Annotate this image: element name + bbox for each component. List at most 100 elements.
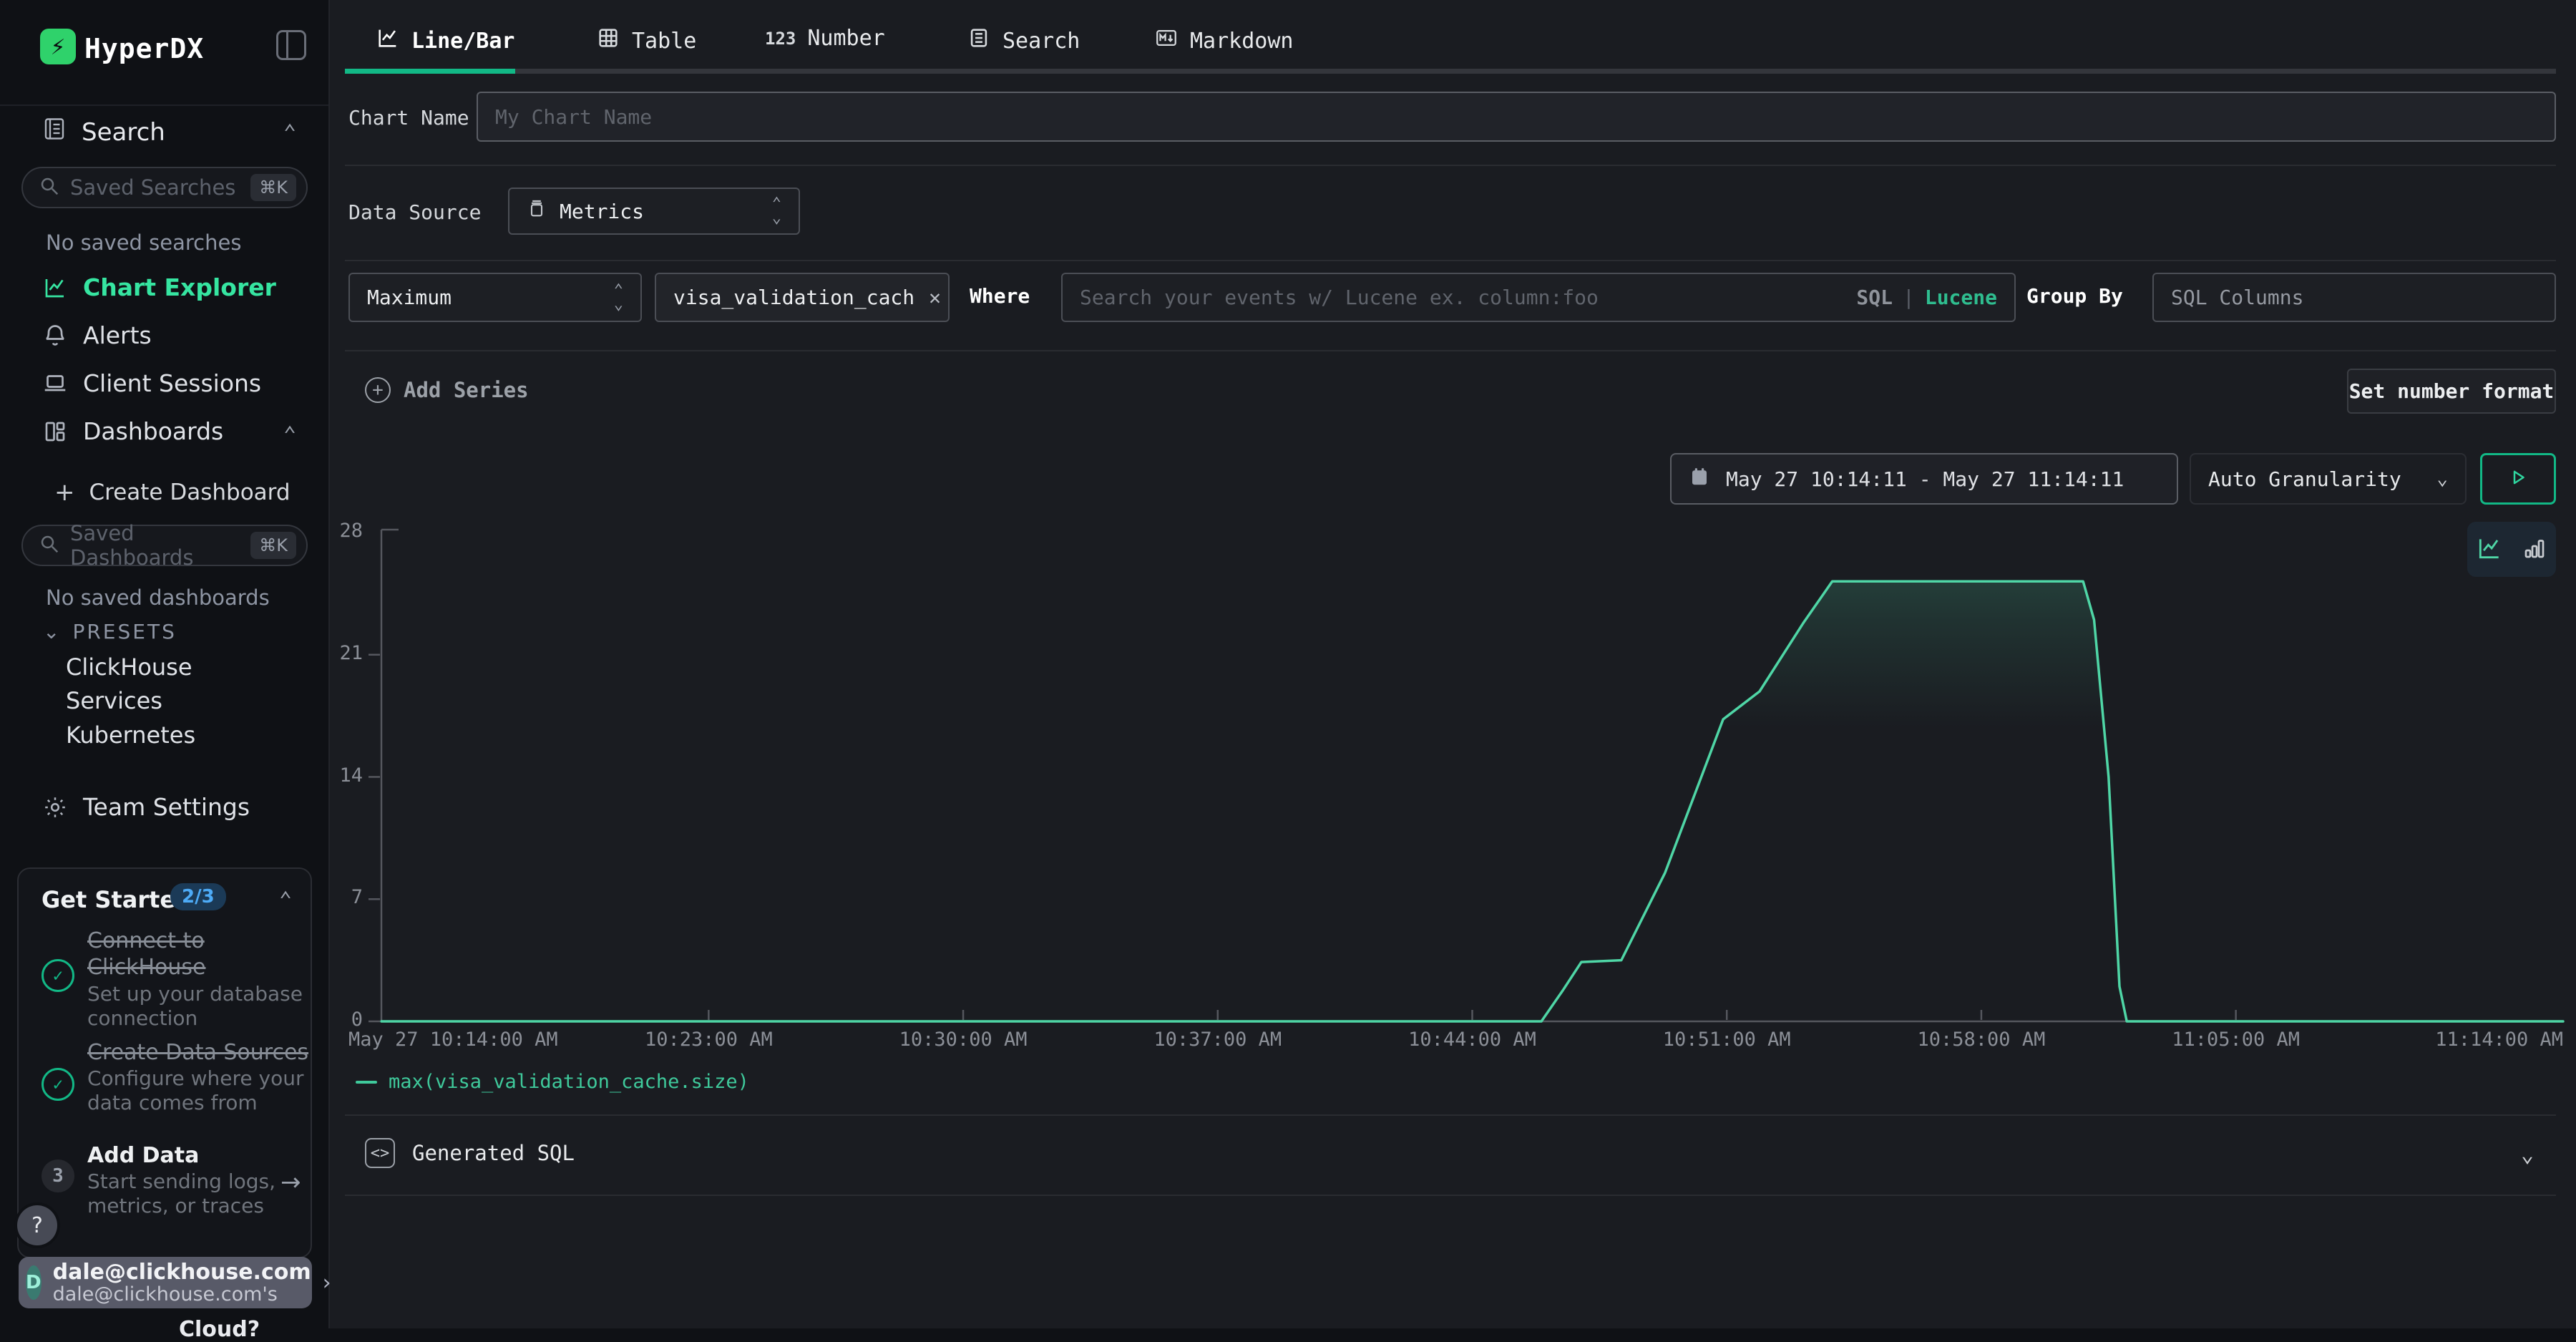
mode-separator: |: [1903, 286, 1915, 309]
time-series-chart[interactable]: 07142128May 27 10:14:00 AM10:23:00 AM10:…: [330, 522, 2576, 1066]
saved-dashboards-input[interactable]: Saved Dashboards ⌘K: [21, 525, 308, 566]
chevron-up-icon[interactable]: ⌃: [283, 422, 296, 447]
tab-table[interactable]: Table: [596, 26, 696, 56]
x-axis-label: 10:58:00 AM: [1874, 1029, 2089, 1051]
chevron-up-icon[interactable]: ⌃: [279, 888, 292, 913]
step-done-check-icon: ✓: [42, 1068, 74, 1101]
run-query-button[interactable]: [2480, 453, 2556, 505]
user-menu[interactable]: D dale@clickhouse.com dale@clickhouse.co…: [19, 1257, 312, 1308]
granularity-value: Auto Granularity: [2208, 467, 2401, 491]
x-axis-label: 11:05:00 AM: [2129, 1029, 2343, 1051]
step-title[interactable]: Connect toClickHouse: [87, 928, 206, 981]
collapse-sidebar-icon[interactable]: [276, 30, 306, 60]
x-axis-label: 10:51:00 AM: [1619, 1029, 1834, 1051]
tab-label: Markdown: [1190, 29, 1294, 54]
chart-name-placeholder: My Chart Name: [495, 105, 652, 129]
calendar-icon: [1689, 466, 1710, 492]
tab-search[interactable]: Search: [967, 26, 1080, 56]
chevron-down-icon[interactable]: ⌄: [2521, 1142, 2534, 1167]
saved-searches-input[interactable]: Saved Searches ⌘K: [21, 167, 308, 208]
create-dashboard-label: Create Dashboard: [89, 480, 291, 505]
aggregation-select[interactable]: Maximum ⌃⌄: [348, 273, 642, 322]
tab-label: Line/Bar: [411, 29, 515, 54]
tab-label: Table: [632, 29, 696, 54]
table-icon: [596, 26, 620, 56]
date-range-picker[interactable]: May 27 10:14:11 - May 27 11:14:11: [1670, 453, 2178, 505]
metric-field-name: visa_validation_cach: [673, 286, 914, 309]
presets-label: PRESETS: [72, 620, 176, 643]
no-saved-searches-text: No saved searches: [46, 230, 241, 255]
lucene-mode-toggle[interactable]: Lucene: [1925, 286, 1997, 309]
x-axis-label: 11:14:00 AM: [2435, 1029, 2563, 1051]
divider: [0, 104, 328, 106]
sidebar-item-chart-explorer[interactable]: Chart Explorer: [42, 273, 276, 301]
sidebar-item-label: Alerts: [83, 321, 152, 349]
get-started-title: Get Started: [42, 886, 192, 913]
arrow-right-icon[interactable]: →: [280, 1168, 301, 1197]
journal-icon: [42, 116, 67, 148]
chart-canvas[interactable]: [330, 522, 2576, 1066]
line-chart-icon: [42, 275, 69, 301]
create-dashboard-button[interactable]: + Create Dashboard: [54, 478, 291, 507]
series-area-fill: [381, 581, 2563, 1021]
tab-number[interactable]: 123 Number: [765, 26, 885, 51]
preset-kubernetes[interactable]: Kubernetes: [66, 721, 195, 749]
step-subtitle: Set up your databaseconnection: [87, 982, 303, 1031]
sql-mode-toggle[interactable]: SQL: [1856, 286, 1893, 309]
step-title[interactable]: Add Data: [87, 1142, 199, 1169]
x-axis-label: May 27 10:14:00 AM: [348, 1029, 558, 1051]
y-axis-label: 28: [330, 520, 363, 542]
tab-markdown[interactable]: Markdown: [1154, 26, 1294, 56]
plus-icon: +: [54, 478, 75, 507]
number-123-icon: 123: [765, 29, 796, 49]
sidebar-item-label: Chart Explorer: [83, 273, 276, 301]
granularity-select[interactable]: Auto Granularity ⌄: [2190, 453, 2467, 505]
divider: [345, 260, 2556, 261]
tab-label: Number: [807, 26, 884, 51]
tab-line-bar[interactable]: Line/Bar: [376, 26, 515, 56]
where-label: Where: [970, 284, 1030, 308]
group-by-placeholder: SQL Columns: [2171, 286, 2303, 309]
where-search-input[interactable]: Search your events w/ Lucene ex. column:…: [1061, 273, 2016, 322]
user-email: dale@clickhouse.com: [53, 1260, 311, 1284]
step-title[interactable]: Create Data Sources: [87, 1039, 308, 1066]
chart-name-input[interactable]: My Chart Name: [477, 92, 2556, 142]
presets-toggle[interactable]: ⌄ PRESETS: [43, 620, 177, 643]
add-series-button[interactable]: + Add Series: [365, 377, 529, 403]
divider: [345, 1195, 2556, 1196]
metric-field-chip[interactable]: visa_validation_cach ✕: [655, 273, 950, 322]
sidebar-item-alerts[interactable]: Alerts: [42, 321, 152, 349]
list-search-icon: [967, 26, 991, 56]
markdown-icon: [1154, 26, 1179, 56]
sidebar-section-search[interactable]: Search: [42, 116, 165, 148]
chevron-up-icon[interactable]: ⌃: [283, 120, 296, 145]
chart-legend[interactable]: max(visa_validation_cache.size): [356, 1071, 749, 1093]
sidebar: ⚡ HyperDX Search ⌃ Saved Searches ⌘K No …: [0, 0, 330, 1328]
date-range-value: May 27 10:14:11 - May 27 11:14:11: [1726, 467, 2124, 491]
saved-dashboards-placeholder: Saved Dashboards: [70, 521, 240, 570]
generated-sql-toggle[interactable]: <> Generated SQL: [365, 1138, 575, 1168]
chart-name-label: Chart Name: [348, 106, 469, 130]
sidebar-search-label: Search: [82, 118, 165, 147]
divider: [345, 1114, 2556, 1116]
data-source-select[interactable]: Metrics ⌃⌄: [508, 188, 800, 235]
group-by-input[interactable]: SQL Columns: [2152, 273, 2556, 322]
code-icon: <>: [365, 1138, 395, 1168]
database-icon: [527, 199, 547, 224]
sidebar-item-team-settings[interactable]: Team Settings: [42, 793, 250, 821]
team-settings-label: Team Settings: [83, 793, 250, 821]
layout-icon: [42, 419, 69, 444]
chevron-down-icon: ⌄: [43, 620, 59, 643]
sidebar-item-client-sessions[interactable]: Client Sessions: [42, 369, 261, 397]
help-button[interactable]: ?: [17, 1205, 57, 1245]
sidebar-item-dashboards[interactable]: Dashboards: [42, 417, 223, 445]
legend-line-swatch: [356, 1081, 377, 1084]
close-icon[interactable]: ✕: [929, 286, 941, 309]
hyperdx-logo-icon[interactable]: ⚡: [40, 29, 76, 64]
app-title: HyperDX: [84, 33, 204, 64]
search-icon: [39, 175, 60, 200]
preset-services[interactable]: Services: [66, 687, 162, 714]
x-axis-label: 10:23:00 AM: [601, 1029, 816, 1051]
set-number-format-button[interactable]: Set number format: [2347, 369, 2556, 414]
preset-clickhouse[interactable]: ClickHouse: [66, 653, 192, 681]
